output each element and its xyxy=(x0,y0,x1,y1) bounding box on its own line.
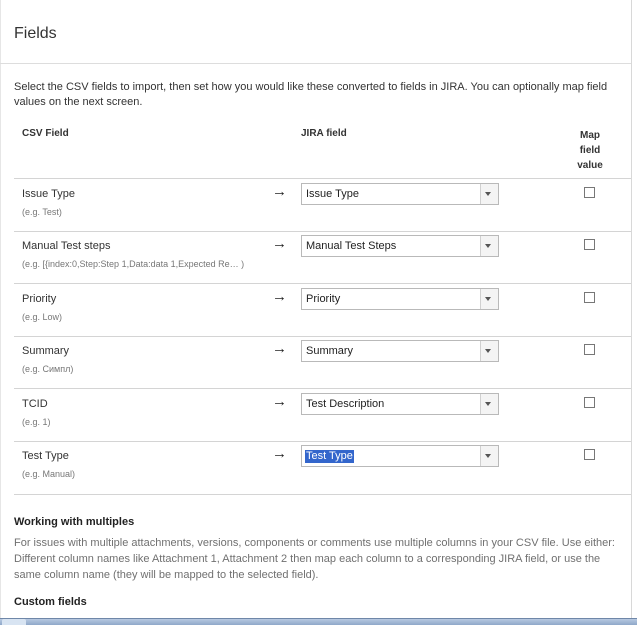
chevron-down-icon xyxy=(485,297,491,301)
dropdown-button[interactable] xyxy=(480,184,498,204)
map-field-value-checkbox[interactable] xyxy=(584,292,595,303)
table-row: Issue Type (e.g. Test) → Issue Type xyxy=(0,179,631,231)
dropdown-button[interactable] xyxy=(480,289,498,309)
csv-field-name: Manual Test steps xyxy=(22,240,111,252)
table-row: Manual Test steps (e.g. [{index:0,Step:S… xyxy=(0,231,631,283)
working-with-multiples-heading: Working with multiples xyxy=(14,516,135,528)
csv-field-name: Summary xyxy=(22,345,70,357)
jira-field-select[interactable]: Test Type xyxy=(301,445,499,467)
row-divider xyxy=(14,494,631,495)
jira-field-select[interactable]: Priority xyxy=(301,288,499,310)
csv-field-header: CSV Field xyxy=(22,128,69,139)
mapping-arrow-icon: → xyxy=(272,445,287,462)
chevron-down-icon xyxy=(485,454,491,458)
table-row: Summary (e.g. Симпл) → Summary xyxy=(0,336,631,388)
table-row: Test Type (e.g. Manual) → Test Type xyxy=(0,441,631,493)
page-title: Fields xyxy=(14,25,57,42)
dropdown-button[interactable] xyxy=(480,236,498,256)
mapping-arrow-icon: → xyxy=(272,183,287,200)
dropdown-button[interactable] xyxy=(480,341,498,361)
csv-field-name: Priority xyxy=(22,293,57,305)
csv-field-example: (e.g. Manual) xyxy=(22,469,76,479)
jira-field-value: Test Description xyxy=(306,398,385,410)
table-row: TCID (e.g. 1) → Test Description xyxy=(0,389,631,441)
intro-text: Select the CSV fields to import, then se… xyxy=(14,81,608,108)
map-field-value-checkbox[interactable] xyxy=(584,344,595,355)
jira-field-value: Manual Test Steps xyxy=(306,240,397,252)
map-field-value-checkbox[interactable] xyxy=(584,449,595,460)
dropdown-button[interactable] xyxy=(480,446,498,466)
csv-field-name: TCID xyxy=(22,398,48,410)
jira-field-select[interactable]: Issue Type xyxy=(301,183,499,205)
chevron-down-icon xyxy=(485,192,491,196)
jira-field-select[interactable]: Manual Test Steps xyxy=(301,235,499,257)
jira-field-value: Issue Type xyxy=(306,188,359,200)
chevron-down-icon xyxy=(485,349,491,353)
csv-field-example: (e.g. Low) xyxy=(22,312,63,322)
map-field-value-checkbox[interactable] xyxy=(584,397,595,408)
chevron-down-icon xyxy=(485,402,491,406)
jira-field-header: JIRA field xyxy=(301,128,347,139)
map-field-value-checkbox[interactable] xyxy=(584,187,595,198)
title-divider xyxy=(0,63,631,64)
mapping-arrow-icon: → xyxy=(272,288,287,305)
mapping-arrow-icon: → xyxy=(272,235,287,252)
mapping-arrow-icon: → xyxy=(272,340,287,357)
map-field-value-checkbox[interactable] xyxy=(584,239,595,250)
jira-field-value: Summary xyxy=(306,345,354,357)
csv-field-example: (e.g. Симпл) xyxy=(22,364,74,374)
start-button[interactable] xyxy=(2,619,26,625)
csv-field-example: (e.g. [{index:0,Step:Step 1,Data:data 1,… xyxy=(22,259,245,269)
chevron-down-icon xyxy=(485,244,491,248)
csv-field-example: (e.g. 1) xyxy=(22,417,51,427)
csv-field-example: (e.g. Test) xyxy=(22,207,62,217)
custom-fields-heading: Custom fields xyxy=(14,596,87,608)
map-field-value-header: Map field value xyxy=(577,130,603,171)
jira-field-select[interactable]: Test Description xyxy=(301,393,499,415)
mapping-arrow-icon: → xyxy=(272,393,287,410)
csv-field-name: Issue Type xyxy=(22,188,75,200)
table-row: Priority (e.g. Low) → Priority xyxy=(0,284,631,336)
jira-field-value: Test Type xyxy=(305,450,354,463)
dropdown-button[interactable] xyxy=(480,394,498,414)
jira-field-select[interactable]: Summary xyxy=(301,340,499,362)
working-with-multiples-text: For issues with multiple attachments, ve… xyxy=(14,537,615,581)
csv-field-name: Test Type xyxy=(22,450,69,462)
jira-field-value: Priority xyxy=(306,293,341,305)
